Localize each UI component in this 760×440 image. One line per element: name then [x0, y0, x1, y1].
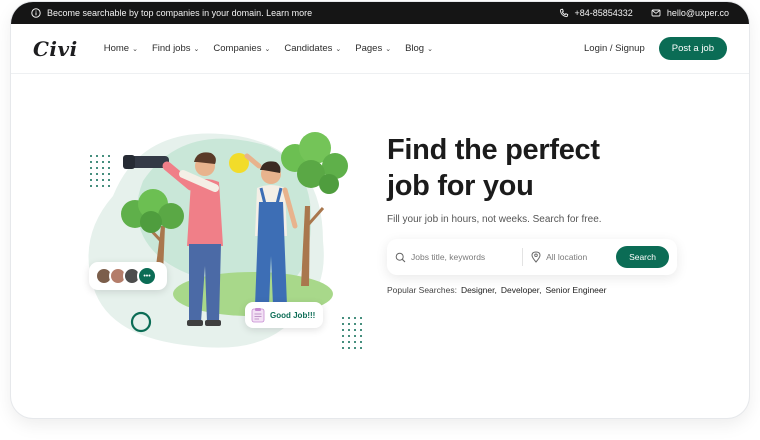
- chevron-down-icon: ⌄: [427, 45, 433, 53]
- hero-content: Find the perfect job for you Fill your j…: [387, 132, 707, 295]
- good-job-text: Good Job!!!: [270, 310, 316, 320]
- chevron-down-icon: ⌄: [264, 45, 271, 53]
- headline-line-1: Find the perfect: [387, 134, 600, 166]
- search-divider: [522, 248, 524, 266]
- search-button[interactable]: Search: [616, 246, 669, 268]
- phone-number[interactable]: +84-85854332: [575, 8, 633, 18]
- top-announcement-bar: Become searchable by top companies in yo…: [11, 2, 749, 24]
- popular-tag-designer[interactable]: Designer,: [461, 285, 497, 295]
- post-job-button[interactable]: Post a job: [658, 37, 727, 60]
- location-input[interactable]: [546, 252, 617, 262]
- popular-tag-senior-engineer[interactable]: Senior Engineer: [546, 285, 607, 295]
- search-icon: [395, 252, 406, 263]
- nav-item-home[interactable]: Home ⌄: [104, 43, 138, 54]
- hero-illustration-svg: [88, 132, 362, 349]
- popular-tag-developer[interactable]: Developer,: [501, 285, 542, 295]
- job-search-bar: Search: [387, 239, 677, 275]
- announcement-text[interactable]: Become searchable by top companies in yo…: [47, 8, 312, 18]
- nav-item-find-jobs[interactable]: Find jobs ⌄: [152, 43, 199, 54]
- nav-item-blog[interactable]: Blog ⌄: [405, 43, 433, 54]
- hero-headline: Find the perfect job for you: [387, 132, 707, 204]
- chevron-down-icon: ⌄: [335, 45, 342, 53]
- more-icon: •••: [143, 272, 151, 280]
- headline-line-2: job for you: [387, 170, 534, 202]
- more-avatars-button[interactable]: •••: [137, 266, 157, 286]
- info-icon: [31, 8, 41, 18]
- nav-menu: Home ⌄ Find jobs ⌄ Companies ⌄ Candidates ⌄ …: [104, 43, 433, 54]
- avatar-group-card: •••: [89, 262, 167, 290]
- chevron-down-icon: ⌄: [193, 45, 200, 53]
- main-navigation: Civi Home ⌄ Find jobs ⌄ Companies ⌄ Candida…: [11, 24, 749, 74]
- dot-grid-top-left: [90, 155, 110, 187]
- hero-subtitle: Fill your job in hours, not weeks. Searc…: [387, 214, 602, 225]
- browser-frame: Become searchable by top companies in yo…: [11, 2, 749, 418]
- logo-text: Civi: [33, 36, 78, 61]
- mail-icon: [651, 8, 661, 18]
- dot-grid-bottom-right: [342, 317, 362, 349]
- phone-icon: [559, 8, 569, 18]
- clipboard-icon: [251, 307, 265, 323]
- chevron-down-icon: ⌄: [385, 45, 392, 53]
- popular-searches: Popular Searches: Designer, Developer, S…: [387, 285, 707, 295]
- keywords-input[interactable]: [411, 252, 506, 262]
- login-signup-link[interactable]: Login / Signup: [584, 43, 645, 54]
- email-address[interactable]: hello@uxper.co: [667, 8, 729, 18]
- chevron-down-icon: ⌄: [132, 45, 138, 53]
- nav-item-pages[interactable]: Pages ⌄: [355, 43, 391, 54]
- location-pin-icon: [531, 251, 541, 263]
- hero-illustration: ••• Good Job!!!: [73, 126, 373, 356]
- good-job-badge: Good Job!!!: [245, 302, 323, 328]
- nav-item-candidates[interactable]: Candidates ⌄: [284, 43, 341, 54]
- nav-item-companies[interactable]: Companies ⌄: [213, 43, 270, 54]
- site-logo[interactable]: Civi: [33, 37, 78, 61]
- popular-searches-label: Popular Searches:: [387, 285, 457, 295]
